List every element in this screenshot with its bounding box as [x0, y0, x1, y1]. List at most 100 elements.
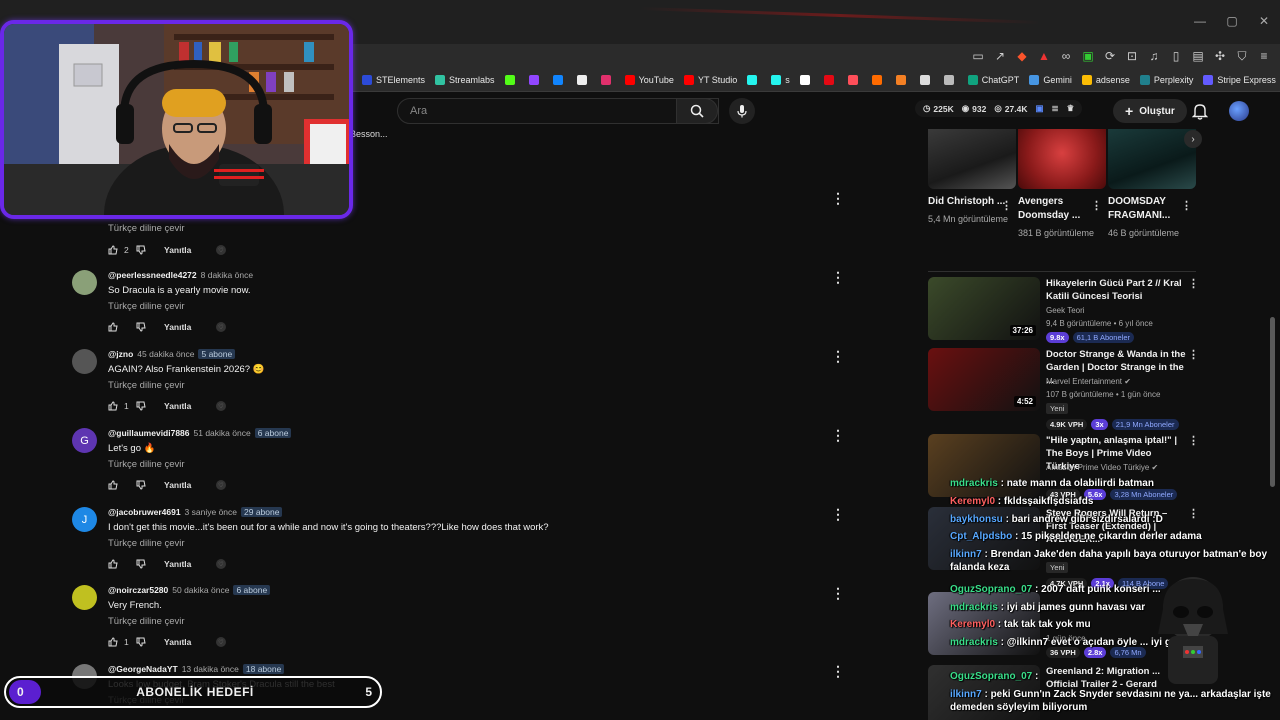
vpn-icon[interactable]: ⛉: [1234, 48, 1250, 64]
shorts-next-button[interactable]: ›: [1184, 130, 1202, 148]
translate-link[interactable]: Türkçe diline çevir: [108, 459, 185, 470]
search-button[interactable]: [676, 98, 718, 124]
bookmark-item[interactable]: Gemini: [1029, 74, 1072, 85]
scrollbar-thumb[interactable]: [1270, 317, 1275, 487]
comment-menu-button[interactable]: ⋮: [831, 585, 845, 602]
short-thumbnail[interactable]: [1108, 129, 1196, 189]
comment-menu-button[interactable]: ⋮: [831, 348, 845, 365]
comment-author[interactable]: @guillaumevidi7886: [108, 428, 190, 438]
close-window-button[interactable]: ✕: [1248, 14, 1280, 28]
dislike-button[interactable]: [136, 637, 152, 647]
account-avatar[interactable]: [1229, 101, 1249, 121]
heart-icon[interactable]: ♡: [216, 245, 226, 255]
heart-icon[interactable]: ♡: [216, 637, 226, 647]
maximize-button[interactable]: ▢: [1216, 14, 1248, 28]
video-title[interactable]: Hikayelerin Gücü Part 2 // Kral Katili G…: [1046, 277, 1186, 303]
commenter-avatar[interactable]: [72, 585, 97, 610]
comment-menu-button[interactable]: ⋮: [831, 269, 845, 286]
bookmark-item[interactable]: STElements: [362, 74, 425, 85]
bookmark-item[interactable]: Stripe Express: [1203, 74, 1276, 85]
bookmark-item[interactable]: ChatGPT: [967, 74, 1019, 85]
bookmark-item[interactable]: [871, 74, 886, 85]
voice-search-button[interactable]: [729, 98, 755, 124]
comment-author[interactable]: @jacobruwer4691: [108, 507, 181, 517]
twitch-extension-icon[interactable]: ▣: [1080, 48, 1096, 64]
short-thumbnail[interactable]: [928, 129, 1016, 189]
reply-button[interactable]: Yanıtla: [164, 401, 204, 411]
short-thumbnail[interactable]: [1018, 129, 1106, 189]
commenter-avatar[interactable]: G: [72, 428, 97, 453]
translate-link[interactable]: Türkçe diline çevir: [108, 380, 185, 391]
dislike-button[interactable]: [136, 401, 152, 411]
bookmark-item[interactable]: [847, 74, 862, 85]
like-button[interactable]: [108, 245, 120, 255]
bookmark-item[interactable]: adsense: [1081, 74, 1130, 85]
short-menu-button[interactable]: ⋮: [1091, 199, 1102, 212]
translate-link[interactable]: Türkçe diline çevir: [108, 538, 185, 549]
comment-time[interactable]: 51 dakika önce: [194, 428, 251, 438]
recommended-video[interactable]: 4:52 Doctor Strange & Wanda in the Garden…: [928, 348, 1199, 432]
video-channel[interactable]: Amazon Prime Video Türkiye ✔: [1046, 463, 1158, 472]
bookmark-item[interactable]: s: [771, 74, 790, 85]
bookmark-item[interactable]: [823, 74, 838, 85]
bookmark-item[interactable]: [747, 74, 761, 85]
bookmark-item[interactable]: [895, 74, 910, 85]
video-thumbnail[interactable]: 4:52: [928, 348, 1040, 411]
video-menu-button[interactable]: ⋮: [1188, 277, 1199, 290]
translate-link[interactable]: Türkçe diline çevir: [108, 223, 708, 234]
comment-time[interactable]: 13 dakika önce: [182, 664, 239, 674]
comment-author[interactable]: @noirczar5280: [108, 585, 168, 595]
comment-author[interactable]: @GeorgeNadaYT: [108, 664, 178, 674]
extensions-icon[interactable]: ✣: [1212, 48, 1228, 64]
trophy-icon[interactable]: ♛: [1067, 103, 1075, 114]
comment-time[interactable]: 8 dakika önce: [201, 270, 253, 280]
share-icon[interactable]: ↗: [992, 48, 1008, 64]
video-channel[interactable]: Geek Teori: [1046, 306, 1085, 315]
video-channel[interactable]: Marvel Entertainment ✔: [1046, 377, 1131, 386]
wallet-icon[interactable]: ▤: [1190, 48, 1206, 64]
screenshot-icon[interactable]: ⊡: [1124, 48, 1140, 64]
like-button[interactable]: [108, 637, 120, 647]
menu-icon[interactable]: ≡: [1256, 48, 1272, 64]
bookmark-item[interactable]: Streamlabs: [435, 74, 495, 85]
list-icon[interactable]: ≣: [1052, 103, 1059, 114]
comment-menu-button[interactable]: ⋮: [831, 190, 845, 207]
short-menu-button[interactable]: ⋮: [1001, 199, 1012, 212]
heart-icon[interactable]: ♡: [216, 559, 226, 569]
bookmark-item[interactable]: [576, 74, 591, 85]
comment-author[interactable]: @peerlessneedle4272: [108, 270, 197, 280]
brave-shield-icon[interactable]: ◆: [1014, 48, 1030, 64]
sync-icon[interactable]: ⟳: [1102, 48, 1118, 64]
reply-button[interactable]: Yanıtla: [164, 480, 204, 490]
comment-time[interactable]: 50 dakika önce: [172, 585, 229, 595]
create-button[interactable]: + Oluştur: [1113, 99, 1187, 123]
rewards-icon[interactable]: ▲: [1036, 48, 1052, 64]
translate-link[interactable]: Türkçe diline çevir: [108, 616, 185, 627]
dislike-button[interactable]: [136, 559, 152, 569]
bookmark-item[interactable]: YouTube: [624, 74, 674, 85]
bookmark-item[interactable]: [552, 74, 567, 85]
reply-button[interactable]: Yanıtla: [164, 637, 204, 647]
comment-time[interactable]: 3 saniye önce: [185, 507, 237, 517]
heart-icon[interactable]: ♡: [216, 322, 226, 332]
bookmark-item[interactable]: Perplexity: [1139, 74, 1193, 85]
reply-button[interactable]: Yanıtla: [164, 245, 204, 255]
notifications-button[interactable]: [1191, 102, 1209, 123]
short-menu-button[interactable]: ⋮: [1181, 199, 1192, 212]
comment-menu-button[interactable]: ⋮: [831, 506, 845, 523]
heart-icon[interactable]: ♡: [216, 401, 226, 411]
music-icon[interactable]: ♫: [1146, 48, 1162, 64]
video-menu-button[interactable]: ⋮: [1188, 434, 1199, 447]
like-button[interactable]: [108, 480, 120, 490]
minimize-button[interactable]: —: [1184, 14, 1216, 28]
bookmark-item[interactable]: [528, 74, 543, 85]
video-menu-button[interactable]: ⋮: [1188, 348, 1199, 361]
glasses-icon[interactable]: ∞: [1058, 48, 1074, 64]
commenter-avatar[interactable]: [72, 270, 97, 295]
bookmark-item[interactable]: YT Studio: [683, 74, 737, 85]
comment-menu-button[interactable]: ⋮: [831, 663, 845, 680]
dislike-button[interactable]: [136, 480, 152, 490]
comment-author[interactable]: @jzno: [108, 349, 133, 359]
dislike-button[interactable]: [136, 245, 152, 255]
dislike-button[interactable]: [136, 322, 152, 332]
